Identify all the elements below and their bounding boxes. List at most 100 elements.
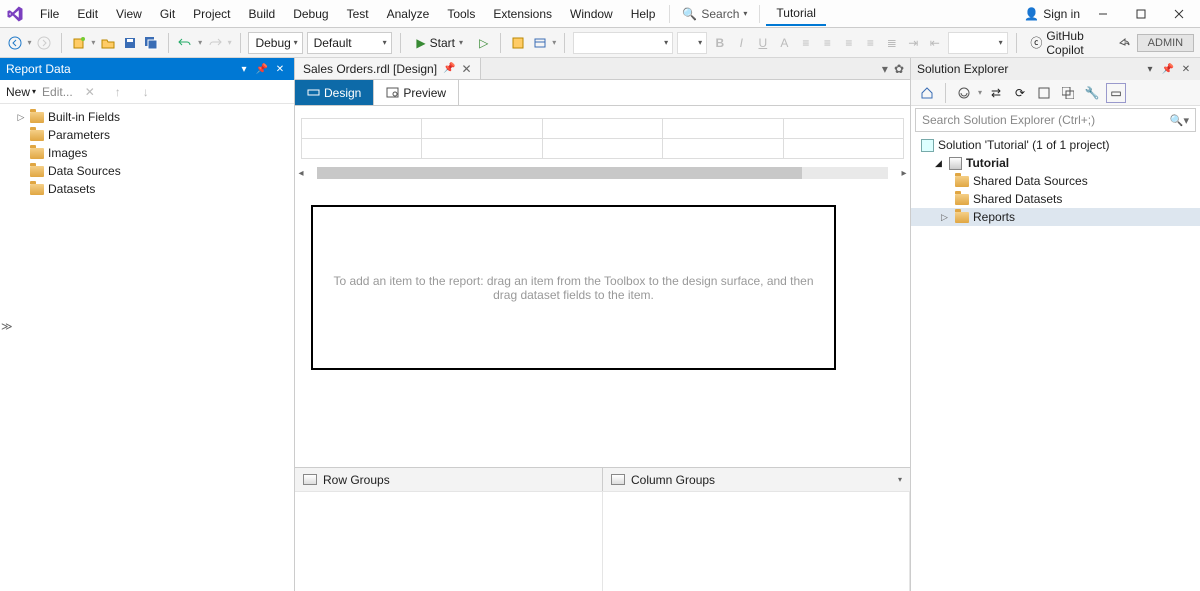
menu-analyze[interactable]: Analyze	[379, 3, 438, 25]
chevron-down-icon[interactable]: ▾	[91, 38, 95, 47]
window-close[interactable]	[1164, 2, 1194, 26]
caret-icon[interactable]: ▷	[941, 212, 951, 223]
dock-indicator-icon: ≫	[1, 320, 13, 333]
menu-debug[interactable]: Debug	[285, 3, 336, 25]
column-groups-header[interactable]: Column Groups ▾	[603, 468, 910, 491]
start-label: Start	[430, 36, 455, 50]
tree-item-shared-datasets[interactable]: Shared Datasets	[911, 190, 1200, 208]
pin-icon[interactable]: 📌	[254, 61, 270, 77]
caret-icon[interactable]: ◢	[935, 158, 945, 169]
close-icon[interactable]: ✕	[272, 61, 288, 77]
chevron-down-icon[interactable]: ▾	[198, 38, 202, 47]
align-left-button: ≡	[797, 32, 815, 54]
scroll-left-icon[interactable]: ◂	[295, 168, 307, 179]
platform-dropdown[interactable]: Default	[307, 32, 392, 54]
config-dropdown[interactable]: Debug	[248, 32, 302, 54]
tree-item-datasources[interactable]: Data Sources	[0, 162, 294, 180]
scroll-right-icon[interactable]: ▸	[898, 168, 910, 179]
menu-build[interactable]: Build	[241, 3, 284, 25]
close-icon[interactable]: ✕	[462, 62, 472, 76]
delete-icon: ✕	[79, 81, 101, 103]
tree-item-datasets[interactable]: Datasets	[0, 180, 294, 198]
new-project-button[interactable]	[70, 32, 88, 54]
sync-icon[interactable]: ⇄	[986, 83, 1006, 103]
menu-help[interactable]: Help	[623, 3, 664, 25]
row-groups-header[interactable]: Row Groups	[295, 468, 603, 491]
menu-file[interactable]: File	[32, 3, 67, 25]
column-groups-icon	[611, 474, 625, 485]
solution-name-tab[interactable]: Tutorial	[766, 2, 826, 26]
caret-icon[interactable]: ▷	[16, 112, 26, 123]
project-node[interactable]: ◢ Tutorial	[911, 154, 1200, 172]
new-button[interactable]: New ▾	[6, 85, 36, 99]
menu-project[interactable]: Project	[185, 3, 238, 25]
solution-explorer-header: Solution Explorer ▾ 📌 ✕	[911, 58, 1200, 80]
properties-icon[interactable]: 🔧	[1082, 83, 1102, 103]
design-tab[interactable]: Design	[295, 80, 374, 105]
menu-window[interactable]: Window	[562, 3, 621, 25]
home-icon[interactable]	[917, 83, 937, 103]
tab-overflow-icon[interactable]: ▾	[882, 62, 888, 76]
document-tab[interactable]: Sales Orders.rdl [Design] 📌 ✕	[295, 58, 481, 79]
refresh-icon[interactable]: ⟳	[1010, 83, 1030, 103]
separator	[669, 5, 670, 23]
chevron-down-icon[interactable]: ▾	[898, 475, 902, 484]
menu-edit[interactable]: Edit	[69, 3, 106, 25]
global-search[interactable]: 🔍 Search ▾	[676, 5, 753, 23]
toolbar-icon-1[interactable]	[509, 32, 527, 54]
save-button[interactable]	[121, 32, 139, 54]
menu-test[interactable]: Test	[339, 3, 377, 25]
panel-title: Solution Explorer	[917, 62, 1008, 76]
start-debug-button[interactable]: ▶ Start ▾	[408, 32, 471, 54]
menu-git[interactable]: Git	[152, 3, 183, 25]
open-file-button[interactable]	[99, 32, 117, 54]
chevron-down-icon[interactable]: ▾	[28, 38, 32, 47]
panel-title: Report Data	[6, 62, 71, 76]
menu-view[interactable]: View	[108, 3, 150, 25]
panel-menu-icon[interactable]: ▾	[1142, 61, 1158, 77]
undo-button[interactable]	[177, 32, 195, 54]
tree-item-builtin[interactable]: ▷Built-in Fields	[0, 108, 294, 126]
collapse-icon[interactable]	[1034, 83, 1054, 103]
tree-item-shared-data-sources[interactable]: Shared Data Sources	[911, 172, 1200, 190]
chevron-down-icon[interactable]: ▾	[978, 88, 982, 97]
search-icon: 🔍▾	[1170, 114, 1189, 127]
tree-item-images[interactable]: Images	[0, 144, 294, 162]
start-without-debug-button[interactable]: ▷	[475, 32, 493, 54]
align-justify-button: ≡	[862, 32, 880, 54]
copilot-button[interactable]: ⓒ GitHub Copilot	[1024, 29, 1111, 57]
designer-tabs: Design Preview	[295, 80, 910, 106]
switch-view-icon[interactable]	[954, 83, 974, 103]
ruler-icon	[307, 86, 320, 99]
chevron-down-icon[interactable]: ▾	[552, 38, 556, 47]
preview-changes-icon[interactable]: ▭	[1106, 83, 1126, 103]
parameter-grid[interactable]	[301, 118, 904, 159]
nav-forward-button	[36, 32, 54, 54]
main-toolbar: ▾ ▾ ▾ ▾ Debug Default ▶ Start ▾ ▷ ▾ B I …	[0, 28, 1200, 58]
menu-tools[interactable]: Tools	[439, 3, 483, 25]
pin-icon[interactable]: 📌	[443, 63, 455, 74]
save-all-button[interactable]	[142, 32, 160, 54]
window-minimize[interactable]	[1088, 2, 1118, 26]
preview-tab[interactable]: Preview	[374, 80, 459, 105]
solution-root[interactable]: Solution 'Tutorial' (1 of 1 project)	[911, 136, 1200, 154]
share-button[interactable]	[1115, 32, 1133, 54]
panel-menu-icon[interactable]: ▾	[236, 61, 252, 77]
window-maximize[interactable]	[1126, 2, 1156, 26]
horizontal-scrollbar[interactable]: ◂ ▸	[295, 165, 910, 181]
solution-search-input[interactable]: Search Solution Explorer (Ctrl+;) 🔍▾	[915, 108, 1196, 132]
menu-extensions[interactable]: Extensions	[485, 3, 560, 25]
search-label: Search	[701, 7, 739, 21]
pin-icon[interactable]: 📌	[1160, 61, 1176, 77]
edit-button[interactable]: Edit...	[42, 85, 73, 99]
sign-in-link[interactable]: 👤 Sign in	[1024, 7, 1080, 21]
close-icon[interactable]: ✕	[1178, 61, 1194, 77]
tree-item-reports[interactable]: ▷Reports	[911, 208, 1200, 226]
options-icon[interactable]: ✿	[894, 62, 904, 76]
project-icon	[949, 157, 962, 170]
tree-item-parameters[interactable]: Parameters	[0, 126, 294, 144]
toolbar-icon-2[interactable]	[531, 32, 549, 54]
nav-back-button[interactable]	[6, 32, 24, 54]
report-canvas[interactable]: To add an item to the report: drag an it…	[311, 205, 836, 370]
show-all-icon[interactable]	[1058, 83, 1078, 103]
